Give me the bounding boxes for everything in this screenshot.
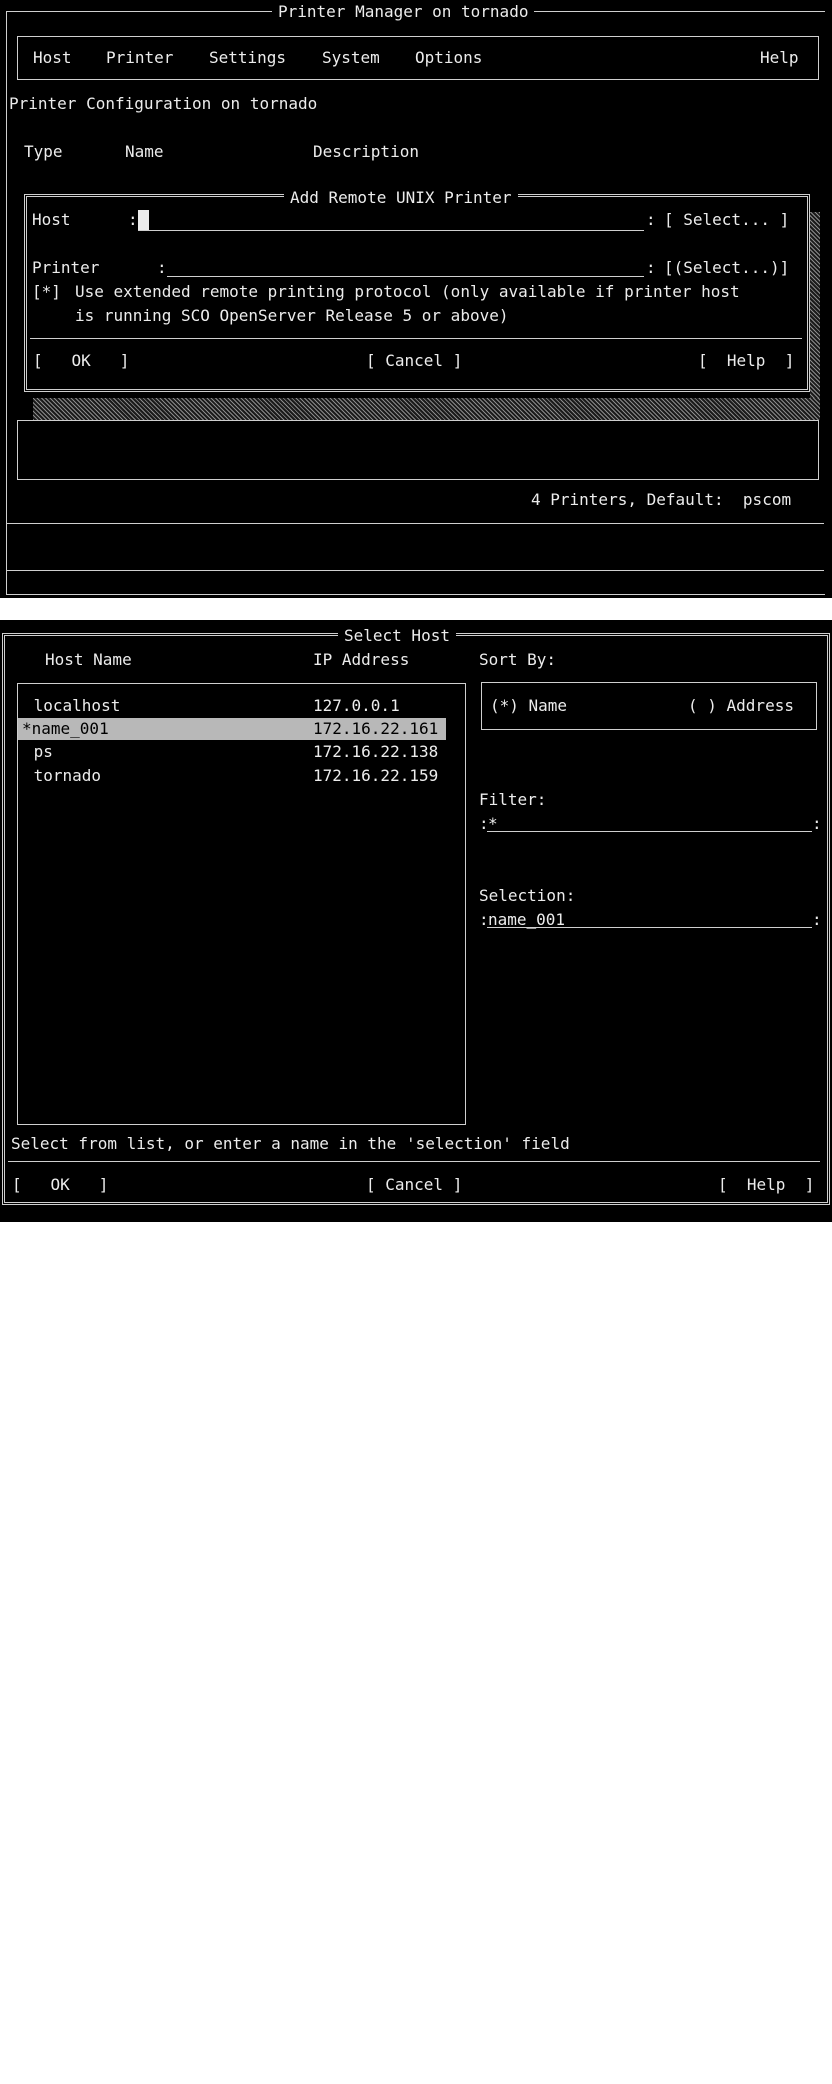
column-name: Name (125, 142, 164, 161)
selection-label: Selection: (479, 886, 576, 905)
filter-input[interactable]: * (488, 812, 498, 836)
help-button[interactable]: [ Help ] (718, 1173, 814, 1197)
selection-field-end: : (812, 910, 822, 929)
printer-input[interactable] (167, 276, 644, 277)
dialog-title: Add Remote UNIX Printer (284, 186, 518, 210)
printer-select-button: [(Select...)] (664, 258, 790, 277)
help-button[interactable]: [ Help ] (698, 349, 794, 373)
cancel-button[interactable]: [ Cancel ] (366, 349, 462, 373)
column-type: Type (24, 142, 63, 161)
window-title: Printer Manager on tornado (272, 0, 535, 24)
dialog-button-divider (30, 338, 802, 339)
sort-by-name-radio[interactable]: (*) Name (490, 694, 567, 718)
menu-options[interactable]: Options (415, 46, 482, 70)
extended-protocol-checkbox[interactable]: [*] (32, 280, 61, 304)
printer-list-frame (17, 420, 819, 480)
config-title: Printer Configuration on tornado (9, 94, 318, 113)
column-ip-address: IP Address (313, 650, 410, 669)
menu-host[interactable]: Host (33, 46, 72, 70)
printer-label: Printer (32, 258, 100, 277)
dialog-shadow-bottom (33, 398, 820, 420)
host-select-button[interactable]: [ Select... ] (664, 208, 789, 232)
select-host-title: Select Host (338, 624, 456, 648)
ok-button[interactable]: [ OK ] (12, 1173, 108, 1197)
host-input[interactable] (138, 230, 644, 231)
cancel-button[interactable]: [ Cancel ] (366, 1173, 462, 1197)
ok-button[interactable]: [ OK ] (33, 349, 129, 373)
printer-manager-screen: Printer Manager on tornado Host Printer … (0, 0, 832, 598)
host-ip: 172.16.22.161 (313, 719, 439, 738)
menu-system[interactable]: System (322, 46, 380, 70)
host-name: ps (24, 742, 53, 761)
selection-input[interactable]: name_001 (488, 908, 565, 932)
host-name: localhost (24, 696, 121, 715)
host-row[interactable]: ps 172.16.22.138 (0, 742, 832, 1316)
extended-protocol-label: Use extended remote printing protocol (o… (75, 282, 740, 301)
host-field-start: : (128, 210, 138, 229)
sort-by-label: Sort By: (479, 650, 557, 669)
printer-field-end: : (646, 258, 656, 277)
host-row[interactable]: tornado 172.16.22.159 (0, 766, 832, 1460)
text-cursor (138, 210, 149, 230)
host-name: tornado (24, 766, 102, 785)
menu-help[interactable]: Help (760, 46, 799, 70)
filter-underline (487, 831, 812, 832)
filter-field-end: : (812, 814, 822, 833)
selection-underline (487, 927, 812, 928)
column-host-name: Host Name (45, 650, 132, 669)
host-label: Host (32, 210, 71, 229)
menu-settings[interactable]: Settings (209, 46, 286, 70)
host-ip: 127.0.0.1 (313, 696, 400, 715)
status-divider (7, 523, 824, 524)
host-ip: 172.16.22.159 (313, 766, 439, 785)
host-ip: 172.16.22.138 (313, 742, 439, 761)
host-field-end: : (646, 210, 656, 229)
printer-field-start: : (157, 258, 167, 277)
hint-text: Select from list, or enter a name in the… (11, 1134, 570, 1153)
host-name: *name_001 (22, 719, 109, 738)
status-text: 4 Printers, Default: pscom (531, 490, 792, 509)
dialog-shadow-right (810, 212, 820, 420)
select-host-screen: Select Host Host Name IP Address Sort By… (0, 620, 832, 1222)
bottom-divider (7, 570, 824, 571)
sort-by-address-radio[interactable]: ( ) Address (688, 694, 794, 718)
menu-printer[interactable]: Printer (106, 46, 173, 70)
button-divider (8, 1161, 820, 1162)
filter-label: Filter: (479, 790, 547, 809)
column-description: Description (313, 142, 419, 161)
extended-protocol-label-2: is running SCO OpenServer Release 5 or a… (75, 306, 509, 325)
